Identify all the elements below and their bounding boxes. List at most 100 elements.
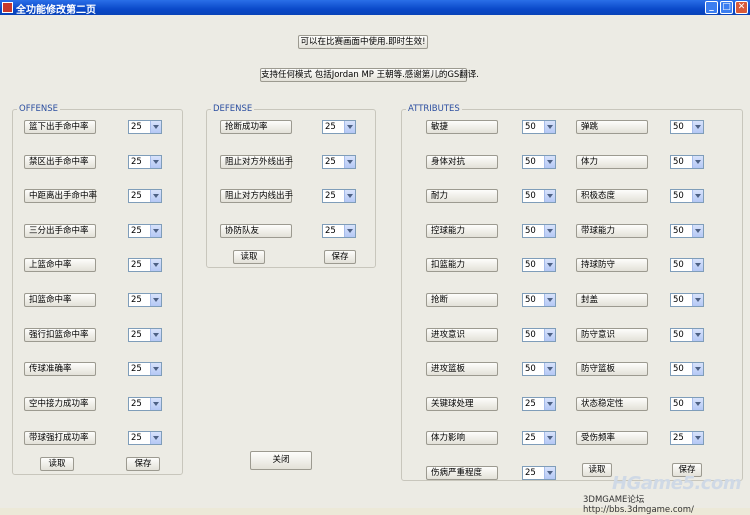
attributes-right-stat-label-button[interactable]: 受伤频率 (576, 431, 648, 445)
attributes-left-value-select[interactable]: 25 (522, 431, 556, 445)
offense-stat-label-button[interactable]: 篮下出手命中率 (24, 120, 96, 134)
maximize-button[interactable]: □ (720, 1, 733, 14)
chevron-down-icon[interactable] (692, 156, 703, 168)
chevron-down-icon[interactable] (692, 225, 703, 237)
attributes-right-value-select[interactable]: 50 (670, 293, 704, 307)
offense-stat-label-button[interactable]: 禁区出手命中率 (24, 155, 96, 169)
attributes-left-stat-label-button[interactable]: 伤病严重程度 (426, 466, 498, 480)
chevron-down-icon[interactable] (544, 225, 555, 237)
offense-value-select[interactable]: 25 (128, 397, 162, 411)
attributes-left-stat-label-button[interactable]: 抢断 (426, 293, 498, 307)
attributes-left-stat-label-button[interactable]: 敏捷 (426, 120, 498, 134)
offense-value-select[interactable]: 25 (128, 155, 162, 169)
chevron-down-icon[interactable] (150, 329, 161, 341)
offense-stat-label-button[interactable]: 扣篮命中率 (24, 293, 96, 307)
attributes-left-stat-label-button[interactable]: 控球能力 (426, 224, 498, 238)
chevron-down-icon[interactable] (150, 190, 161, 202)
defense-value-select[interactable]: 25 (322, 224, 356, 238)
attributes-right-stat-label-button[interactable]: 防守意识 (576, 328, 648, 342)
chevron-down-icon[interactable] (544, 294, 555, 306)
attributes-left-value-select[interactable]: 50 (522, 120, 556, 134)
attributes-right-value-select[interactable]: 50 (670, 258, 704, 272)
attributes-left-stat-label-button[interactable]: 扣篮能力 (426, 258, 498, 272)
offense-stat-label-button[interactable]: 空中接力成功率 (24, 397, 96, 411)
chevron-down-icon[interactable] (544, 467, 555, 479)
attributes-right-value-select[interactable]: 50 (670, 155, 704, 169)
chevron-down-icon[interactable] (344, 121, 355, 133)
chevron-down-icon[interactable] (692, 432, 703, 444)
offense-stat-label-button[interactable]: 中距离出手命中率 (24, 189, 97, 203)
attributes-left-value-select[interactable]: 25 (522, 466, 556, 480)
attributes-left-value-select[interactable]: 50 (522, 224, 556, 238)
offense-stat-label-button[interactable]: 强行扣篮命中率 (24, 328, 96, 342)
chevron-down-icon[interactable] (544, 432, 555, 444)
attributes-right-value-select[interactable]: 50 (670, 328, 704, 342)
chevron-down-icon[interactable] (544, 121, 555, 133)
offense-read-button[interactable]: 读取 (40, 457, 74, 471)
attributes-left-value-select[interactable]: 25 (522, 397, 556, 411)
chevron-down-icon[interactable] (692, 398, 703, 410)
attributes-left-stat-label-button[interactable]: 身体对抗 (426, 155, 498, 169)
defense-stat-label-button[interactable]: 协防队友 (220, 224, 292, 238)
offense-value-select[interactable]: 25 (128, 362, 162, 376)
chevron-down-icon[interactable] (692, 294, 703, 306)
offense-value-select[interactable]: 25 (128, 224, 162, 238)
attributes-right-value-select[interactable]: 50 (670, 120, 704, 134)
chevron-down-icon[interactable] (150, 121, 161, 133)
chevron-down-icon[interactable] (544, 190, 555, 202)
attributes-right-stat-label-button[interactable]: 防守篮板 (576, 362, 648, 376)
chevron-down-icon[interactable] (150, 363, 161, 375)
offense-value-select[interactable]: 25 (128, 258, 162, 272)
attributes-right-value-select[interactable]: 50 (670, 189, 704, 203)
attributes-left-value-select[interactable]: 50 (522, 362, 556, 376)
defense-read-button[interactable]: 读取 (233, 250, 265, 264)
chevron-down-icon[interactable] (692, 121, 703, 133)
attributes-read-button[interactable]: 读取 (582, 463, 612, 477)
chevron-down-icon[interactable] (692, 190, 703, 202)
attributes-right-stat-label-button[interactable]: 体力 (576, 155, 648, 169)
attributes-left-value-select[interactable]: 50 (522, 293, 556, 307)
attributes-right-value-select[interactable]: 50 (670, 397, 704, 411)
attributes-left-stat-label-button[interactable]: 进攻意识 (426, 328, 498, 342)
chevron-down-icon[interactable] (344, 156, 355, 168)
defense-save-button[interactable]: 保存 (324, 250, 356, 264)
attributes-left-stat-label-button[interactable]: 进攻篮板 (426, 362, 498, 376)
chevron-down-icon[interactable] (692, 259, 703, 271)
attributes-left-value-select[interactable]: 50 (522, 155, 556, 169)
chevron-down-icon[interactable] (544, 398, 555, 410)
defense-stat-label-button[interactable]: 阻止对方内线出手 (220, 189, 293, 203)
offense-value-select[interactable]: 25 (128, 293, 162, 307)
attributes-right-value-select[interactable]: 50 (670, 224, 704, 238)
chevron-down-icon[interactable] (344, 190, 355, 202)
offense-stat-label-button[interactable]: 三分出手命中率 (24, 224, 96, 238)
chevron-down-icon[interactable] (544, 363, 555, 375)
offense-stat-label-button[interactable]: 传球准确率 (24, 362, 96, 376)
offense-save-button[interactable]: 保存 (126, 457, 160, 471)
close-button[interactable]: 关闭 (250, 451, 312, 470)
offense-value-select[interactable]: 25 (128, 120, 162, 134)
attributes-right-value-select[interactable]: 50 (670, 362, 704, 376)
offense-value-select[interactable]: 25 (128, 328, 162, 342)
chevron-down-icon[interactable] (150, 398, 161, 410)
defense-value-select[interactable]: 25 (322, 155, 356, 169)
attributes-left-stat-label-button[interactable]: 耐力 (426, 189, 498, 203)
attributes-left-stat-label-button[interactable]: 体力影响 (426, 431, 498, 445)
attributes-right-stat-label-button[interactable]: 积极态度 (576, 189, 648, 203)
defense-stat-label-button[interactable]: 阻止对方外线出手 (220, 155, 293, 169)
chevron-down-icon[interactable] (544, 259, 555, 271)
offense-stat-label-button[interactable]: 上篮命中率 (24, 258, 96, 272)
attributes-right-stat-label-button[interactable]: 带球能力 (576, 224, 648, 238)
chevron-down-icon[interactable] (544, 329, 555, 341)
offense-value-select[interactable]: 25 (128, 431, 162, 445)
attributes-right-value-select[interactable]: 25 (670, 431, 704, 445)
chevron-down-icon[interactable] (150, 294, 161, 306)
chevron-down-icon[interactable] (692, 363, 703, 375)
defense-value-select[interactable]: 25 (322, 120, 356, 134)
attributes-left-stat-label-button[interactable]: 关键球处理 (426, 397, 498, 411)
defense-stat-label-button[interactable]: 抢断成功率 (220, 120, 292, 134)
offense-stat-label-button[interactable]: 带球强打成功率 (24, 431, 96, 445)
offense-value-select[interactable]: 25 (128, 189, 162, 203)
attributes-right-stat-label-button[interactable]: 封盖 (576, 293, 648, 307)
minimize-button[interactable]: _ (705, 1, 718, 14)
attributes-left-value-select[interactable]: 50 (522, 258, 556, 272)
